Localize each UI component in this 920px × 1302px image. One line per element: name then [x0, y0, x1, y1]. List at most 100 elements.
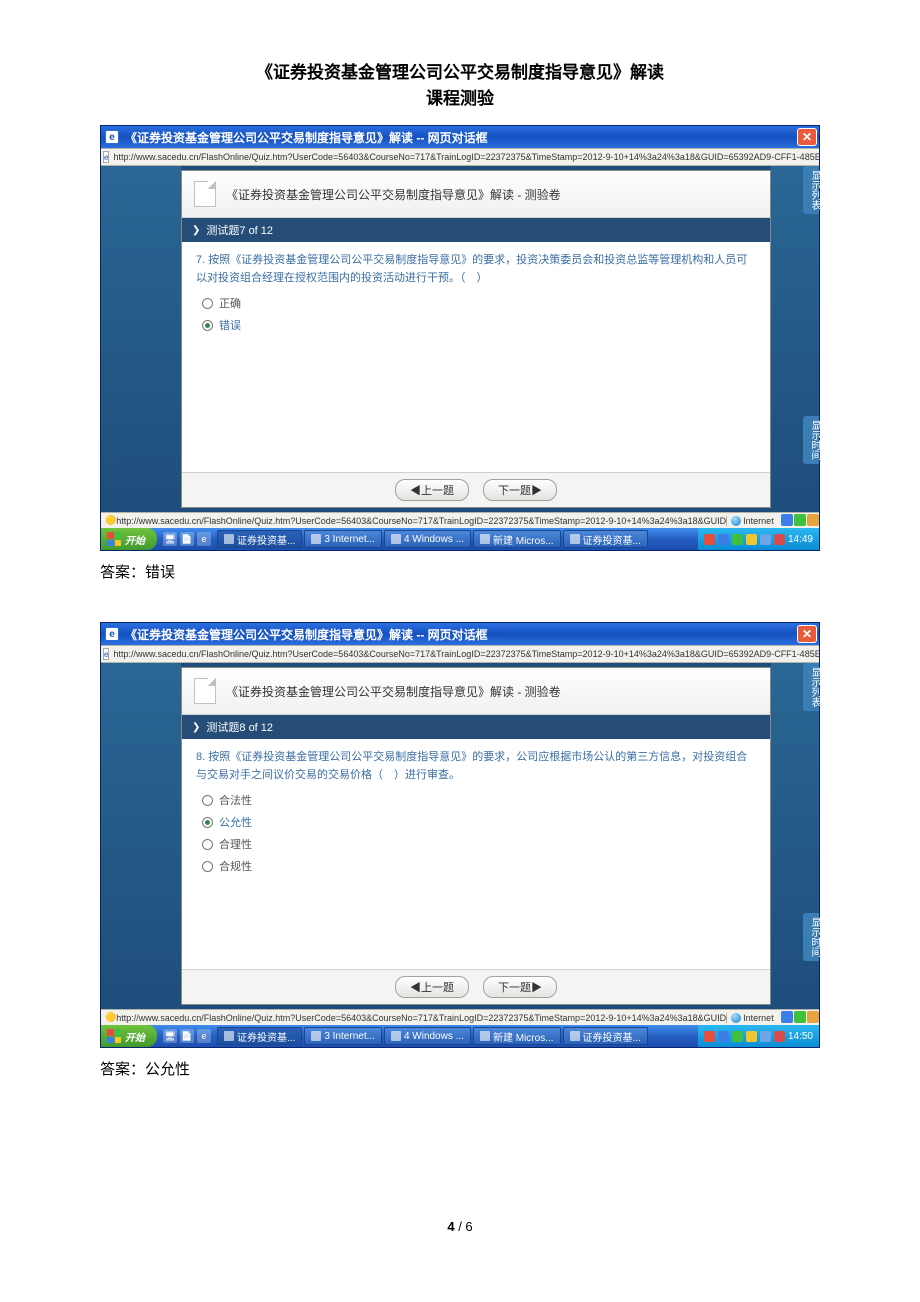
- start-button[interactable]: 开始: [101, 1025, 157, 1047]
- tray-icon[interactable]: [760, 1031, 771, 1042]
- window-titlebar: e 《证券投资基金管理公司公平交易制度指导意见》解读 -- 网页对话框 ✕: [101, 623, 819, 645]
- tray-icon[interactable]: [746, 534, 757, 545]
- side-tab-list[interactable]: 显示列表: [803, 663, 819, 711]
- tray-icon[interactable]: [732, 534, 743, 545]
- option-radio[interactable]: 合规性: [202, 858, 756, 874]
- option-label: 合规性: [219, 858, 252, 874]
- tray-icon[interactable]: [718, 1031, 729, 1042]
- close-button[interactable]: ✕: [797, 625, 817, 643]
- tray-icon[interactable]: [704, 534, 715, 545]
- taskbar-item[interactable]: 3 Internet...: [304, 530, 382, 548]
- ql-icon[interactable]: e: [197, 1029, 211, 1043]
- radio-icon: [202, 861, 213, 872]
- option-label: 合法性: [219, 792, 252, 808]
- prev-button[interactable]: ◀上一题: [395, 976, 469, 998]
- ql-icon[interactable]: 🖥: [163, 532, 177, 546]
- option-label: 公允性: [219, 814, 252, 830]
- tray-icon[interactable]: [746, 1031, 757, 1042]
- document-icon: [194, 181, 216, 207]
- quiz-panel: 《证券投资基金管理公司公平交易制度指导意见》解读 - 测验卷 ❯测试题8 of 1…: [181, 667, 771, 1005]
- status-icons: [780, 1011, 819, 1025]
- status-bar: 🟡 http://www.sacedu.cn/FlashOnline/Quiz.…: [101, 1009, 819, 1025]
- quiz-header: 《证券投资基金管理公司公平交易制度指导意见》解读 - 测验卷: [182, 668, 770, 715]
- arrow-icon: ❯: [192, 225, 200, 236]
- url-text[interactable]: http://www.sacedu.cn/FlashOnline/Quiz.ht…: [113, 152, 819, 162]
- title-line-2: 课程测验: [0, 86, 920, 112]
- taskbar-item[interactable]: 4 Windows ...: [384, 1027, 471, 1045]
- taskbar-item[interactable]: 证券投资基...: [217, 530, 302, 548]
- ql-icon[interactable]: 📄: [180, 1029, 194, 1043]
- taskbar-item[interactable]: 新建 Micros...: [473, 1027, 561, 1045]
- taskbar-item[interactable]: 证券投资基...: [217, 1027, 302, 1045]
- option-radio[interactable]: 正确: [202, 295, 756, 311]
- option-radio[interactable]: 合法性: [202, 792, 756, 808]
- close-button[interactable]: ✕: [797, 128, 817, 146]
- radio-icon: [202, 298, 213, 309]
- option-label: 合理性: [219, 836, 252, 852]
- question-counter: 测试题7 of 12: [206, 222, 273, 238]
- option-radio[interactable]: 合理性: [202, 836, 756, 852]
- option-radio[interactable]: 公允性: [202, 814, 756, 830]
- tray-icon[interactable]: [718, 534, 729, 545]
- task-icon: [480, 1031, 490, 1041]
- taskbar-item[interactable]: 证券投资基...: [563, 530, 648, 548]
- radio-icon: [202, 839, 213, 850]
- internet-zone: Internet: [726, 516, 778, 526]
- prev-button[interactable]: ◀上一题: [395, 479, 469, 501]
- ql-icon[interactable]: 🖥: [163, 1029, 177, 1043]
- answer-text: 答案：错误: [100, 561, 820, 582]
- taskbar: 开始 🖥 📄 e 证券投资基...3 Internet...4 Windows …: [101, 528, 819, 550]
- task-icon: [311, 534, 321, 544]
- tray-icon[interactable]: [760, 534, 771, 545]
- system-tray: 14:50: [698, 1025, 819, 1047]
- taskbar-item[interactable]: 证券投资基...: [563, 1027, 648, 1045]
- doc-title: 《证券投资基金管理公司公平交易制度指导意见》解读 课程测验: [0, 60, 920, 111]
- ie-icon: e: [105, 627, 119, 641]
- radio-icon: [202, 320, 213, 331]
- url-text[interactable]: http://www.sacedu.cn/FlashOnline/Quiz.ht…: [113, 649, 819, 659]
- taskbar-item[interactable]: 4 Windows ...: [384, 530, 471, 548]
- gutter-left: [101, 166, 181, 512]
- option-radio[interactable]: 错误: [202, 317, 756, 333]
- question-counter-bar: ❯测试题8 of 12: [182, 715, 770, 739]
- quick-launch: 🖥 📄 e: [157, 1029, 217, 1043]
- question-counter: 测试题8 of 12: [206, 719, 273, 735]
- quiz-body: 8. 按照《证券投资基金管理公司公平交易制度指导意见》的要求，公司应根据市场公认…: [182, 739, 770, 969]
- next-button[interactable]: 下一题▶: [483, 479, 557, 501]
- task-icon: [311, 1031, 321, 1041]
- tray-icon[interactable]: [774, 534, 785, 545]
- side-tab-time[interactable]: 显示时间: [803, 913, 819, 961]
- next-button[interactable]: 下一题▶: [483, 976, 557, 998]
- side-tab-time[interactable]: 显示时间: [803, 416, 819, 464]
- quiz-header: 《证券投资基金管理公司公平交易制度指导意见》解读 - 测验卷: [182, 171, 770, 218]
- option-label: 正确: [219, 295, 241, 311]
- tray-icon[interactable]: [732, 1031, 743, 1042]
- question-counter-bar: ❯ 测试题7 of 12: [182, 218, 770, 242]
- tray-icon[interactable]: [774, 1031, 785, 1042]
- quiz-nav: ◀上一题 下一题▶: [182, 472, 770, 507]
- task-icon: [391, 534, 401, 544]
- status-icons: [780, 514, 819, 528]
- taskbar-item[interactable]: 3 Internet...: [304, 1027, 382, 1045]
- quiz-title: 《证券投资基金管理公司公平交易制度指导意见》解读 - 测验卷: [226, 683, 561, 700]
- ql-icon[interactable]: 📄: [180, 532, 194, 546]
- window-title: 《证券投资基金管理公司公平交易制度指导意见》解读 -- 网页对话框: [125, 129, 488, 146]
- globe-icon: [731, 516, 741, 526]
- quick-launch: 🖥 📄 e: [157, 532, 217, 546]
- ql-icon[interactable]: e: [197, 532, 211, 546]
- task-list: 证券投资基...3 Internet...4 Windows ...新建 Mic…: [217, 530, 698, 548]
- gutter-right: 显示列表 显示时间: [771, 166, 819, 512]
- quiz-body: 7. 按照《证券投资基金管理公司公平交易制度指导意见》的要求，投资决策委员会和投…: [182, 242, 770, 472]
- document-icon: [194, 678, 216, 704]
- taskbar-item[interactable]: 新建 Micros...: [473, 530, 561, 548]
- status-url-text: http://www.sacedu.cn/FlashOnline/Quiz.ht…: [116, 1013, 726, 1023]
- status-url-text: http://www.sacedu.cn/FlashOnline/Quiz.ht…: [116, 516, 726, 526]
- start-button[interactable]: 开始: [101, 528, 157, 550]
- clock: 14:49: [788, 534, 813, 545]
- content-frame: 《证券投资基金管理公司公平交易制度指导意见》解读 - 测验卷 ❯测试题8 of 1…: [101, 663, 819, 1009]
- task-icon: [391, 1031, 401, 1041]
- side-tab-list[interactable]: 显示列表: [803, 166, 819, 214]
- tray-icon[interactable]: [704, 1031, 715, 1042]
- radio-icon: [202, 817, 213, 828]
- taskbar: 开始 🖥 📄 e 证券投资基...3 Internet...4 Windows …: [101, 1025, 819, 1047]
